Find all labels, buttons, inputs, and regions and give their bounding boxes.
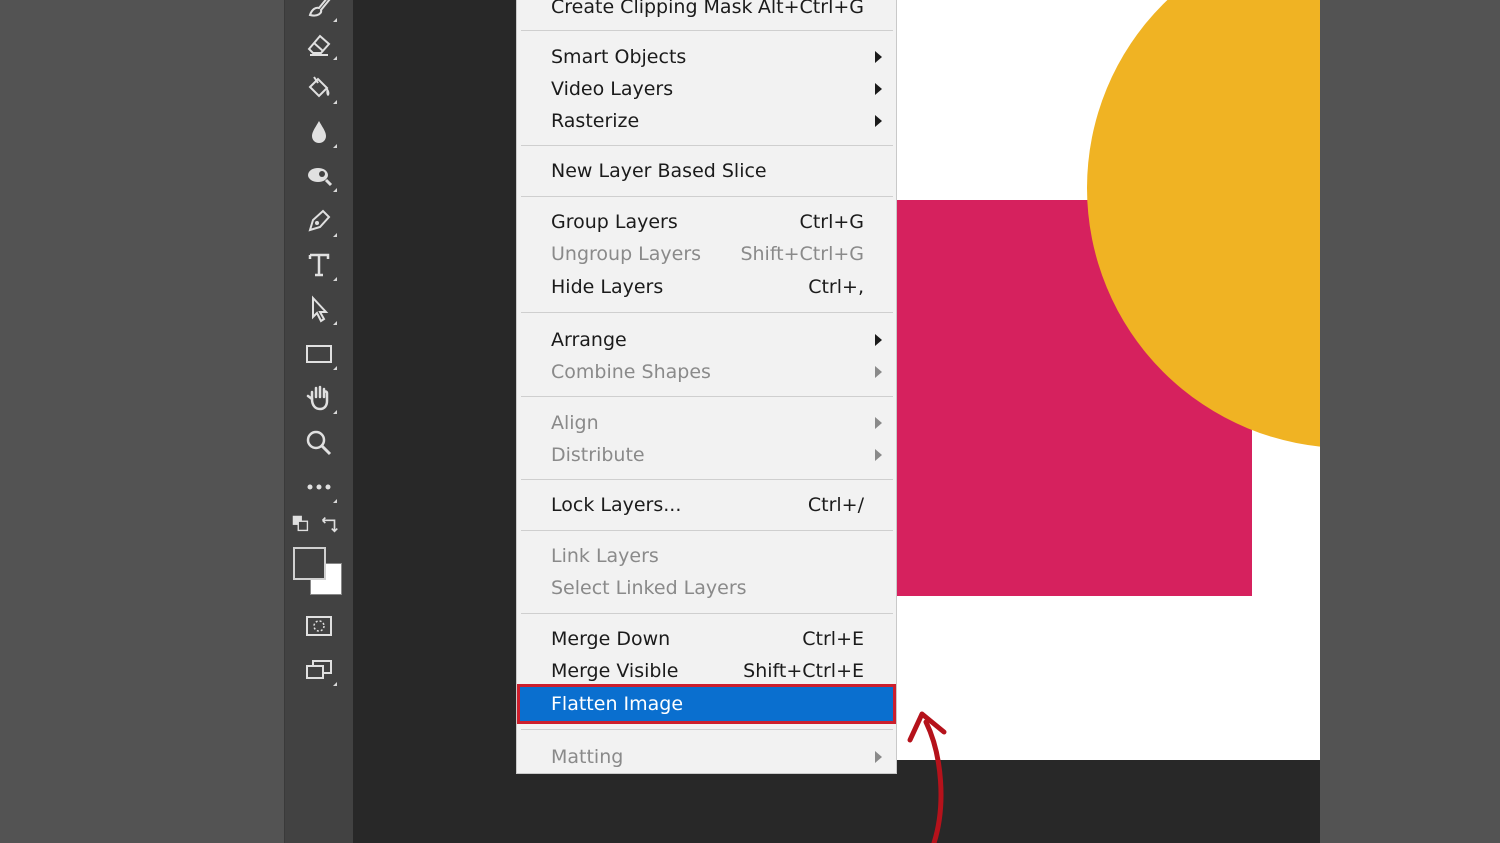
more-tools-icon[interactable] (301, 469, 337, 505)
menu-item-label: Group Layers (551, 211, 678, 233)
menu-separator (521, 196, 893, 197)
menu-separator (521, 312, 893, 313)
menu-separator (521, 479, 893, 480)
menu-item-label: Matting (551, 746, 624, 768)
submenu-arrow-icon (875, 51, 882, 63)
default-colors-icon[interactable] (289, 512, 313, 536)
menu-item-combine-shapes[interactable]: Combine Shapes (517, 356, 896, 388)
menu-item-ungroup-layers[interactable]: Ungroup Layers Shift+Ctrl+G (517, 238, 896, 270)
menu-item-shortcut: Alt+Ctrl+G (757, 0, 864, 18)
menu-item-label: Ungroup Layers (551, 243, 702, 265)
foreground-color-swatch[interactable] (293, 547, 326, 580)
pen-icon[interactable] (301, 203, 337, 239)
brush-icon[interactable] (301, 0, 337, 24)
menu-item-label: Lock Layers... (551, 494, 682, 516)
menu-item-label: Rasterize (551, 110, 640, 132)
menu-item-merge-down[interactable]: Merge Down Ctrl+E (517, 623, 896, 655)
submenu-arrow-icon (875, 751, 882, 763)
submenu-arrow-icon (875, 334, 882, 346)
menu-separator (521, 396, 893, 397)
menu-item-select-linked-layers[interactable]: Select Linked Layers (517, 572, 896, 604)
menu-item-shortcut: Shift+Ctrl+G (740, 243, 864, 265)
eraser-icon[interactable] (301, 26, 337, 62)
menu-item-arrange[interactable]: Arrange (517, 324, 896, 356)
paint-bucket-icon[interactable] (301, 70, 337, 106)
workspace-background-right (1320, 0, 1500, 843)
menu-item-label: Arrange (551, 329, 627, 351)
menu-item-label: Video Layers (551, 78, 674, 100)
submenu-arrow-icon (875, 115, 882, 127)
menu-item-label: Distribute (551, 444, 645, 466)
menu-item-label: Align (551, 412, 599, 434)
menu-item-label: Merge Down (551, 628, 671, 650)
menu-item-label: Link Layers (551, 545, 659, 567)
blur-drop-icon[interactable] (301, 114, 337, 150)
submenu-arrow-icon (875, 83, 882, 95)
menu-item-label: Create Clipping Mask (551, 0, 753, 18)
menu-separator (521, 30, 893, 31)
swap-colors-icon[interactable] (317, 512, 341, 536)
path-selection-icon[interactable] (301, 291, 337, 327)
submenu-arrow-icon (875, 417, 882, 429)
menu-item-matting[interactable]: Matting (517, 741, 896, 773)
zoom-icon[interactable] (301, 425, 337, 461)
quick-mask-icon[interactable] (301, 608, 337, 644)
menu-item-label: Combine Shapes (551, 361, 711, 383)
dodge-icon[interactable] (301, 158, 337, 194)
menu-item-label: Flatten Image (551, 693, 684, 715)
menu-item-link-layers[interactable]: Link Layers (517, 540, 896, 572)
menu-item-rasterize[interactable]: Rasterize (517, 105, 896, 137)
menu-item-shortcut: Ctrl+/ (807, 494, 864, 516)
menu-item-merge-visible[interactable]: Merge Visible Shift+Ctrl+E (517, 655, 896, 687)
menu-item-align[interactable]: Align (517, 407, 896, 439)
menu-item-shortcut: Ctrl+, (808, 276, 864, 298)
menu-item-distribute[interactable]: Distribute (517, 439, 896, 471)
hand-icon[interactable] (301, 380, 337, 416)
menu-separator (521, 145, 893, 146)
annotation-arrow-icon (907, 711, 947, 843)
menu-item-hide-layers[interactable]: Hide Layers Ctrl+, (517, 271, 896, 303)
menu-item-flatten-image[interactable]: Flatten Image (517, 684, 896, 724)
menu-item-create-clipping-mask[interactable]: Create Clipping Mask Alt+Ctrl+G (517, 0, 896, 23)
menu-item-label: Hide Layers (551, 276, 664, 298)
rectangle-icon[interactable] (301, 336, 337, 372)
menu-item-lock-layers[interactable]: Lock Layers... Ctrl+/ (517, 489, 896, 521)
screen-mode-icon[interactable] (301, 652, 337, 688)
color-swatches[interactable] (293, 545, 343, 597)
menu-item-new-layer-based-slice[interactable]: New Layer Based Slice (517, 155, 896, 187)
menu-item-shortcut: Shift+Ctrl+E (743, 660, 864, 682)
document-canvas[interactable] (897, 0, 1320, 760)
menu-item-shortcut: Ctrl+G (799, 211, 864, 233)
menu-separator (521, 613, 893, 614)
menu-item-label: Merge Visible (551, 660, 679, 682)
layer-menu: Create Clipping Mask Alt+Ctrl+G Smart Ob… (516, 0, 897, 774)
menu-item-smart-objects[interactable]: Smart Objects (517, 41, 896, 73)
workspace-background-left (0, 0, 284, 843)
menu-item-group-layers[interactable]: Group Layers Ctrl+G (517, 206, 896, 238)
menu-separator (521, 530, 893, 531)
menu-separator (521, 729, 893, 730)
menu-item-label: Select Linked Layers (551, 577, 747, 599)
menu-item-shortcut: Ctrl+E (802, 628, 864, 650)
submenu-arrow-icon (875, 449, 882, 461)
menu-item-label: New Layer Based Slice (551, 160, 767, 182)
type-icon[interactable] (301, 247, 337, 283)
submenu-arrow-icon (875, 366, 882, 378)
menu-item-video-layers[interactable]: Video Layers (517, 73, 896, 105)
menu-item-label: Smart Objects (551, 46, 687, 68)
tools-panel (284, 0, 354, 843)
